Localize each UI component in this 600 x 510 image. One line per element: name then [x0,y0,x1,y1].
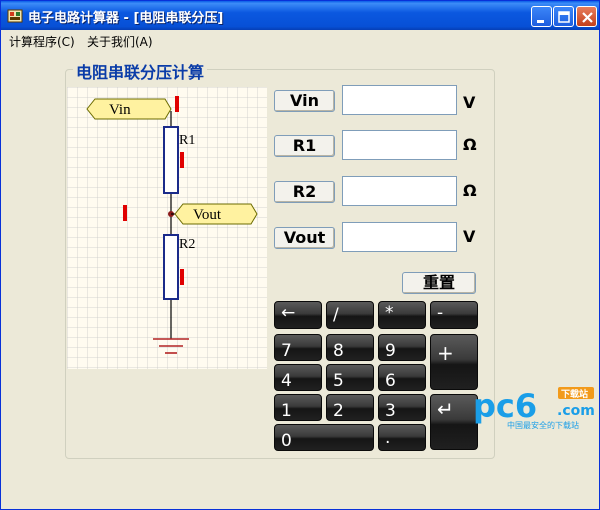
key-0[interactable]: 0 [274,424,374,451]
title-bar[interactable]: 电子电路计算器 - [电阻串联分压] [1,1,599,30]
menu-about-us[interactable]: 关于我们(A) [87,33,153,50]
vin-unit: V [463,93,476,112]
svg-text:下载站: 下载站 [561,388,588,400]
r1-button[interactable]: R1 [274,135,335,157]
panel-title: 电阻串联分压计算 [73,59,208,83]
resistor-r2 [163,234,179,300]
menu-calc-programs[interactable]: 计算程序(C) [9,33,75,50]
r1-label: R1 [179,133,195,148]
key-3[interactable]: 3 [378,394,426,421]
vin-tag-label: Vin [109,102,131,118]
vout-input[interactable] [342,222,457,252]
key-5[interactable]: 5 [326,364,374,391]
key-enter[interactable]: ↵ [430,394,478,450]
key-minus[interactable]: - [430,301,478,329]
svg-text:中国最安全的下载站: 中国最安全的下载站 [507,420,579,430]
close-icon [582,12,593,23]
svg-text:.com: .com [557,403,595,419]
maximize-icon [558,11,570,23]
r2-input[interactable] [342,176,457,206]
r1-unit: Ω [463,135,477,154]
r1-input[interactable] [342,130,457,160]
minimize-button[interactable] [531,6,552,27]
backspace-icon: ← [281,303,296,323]
key-2[interactable]: 2 [326,394,374,421]
app-window: 电子电路计算器 - [电阻串联分压] 计算程序(C) 关于我们(A) 电阻串联分… [0,0,600,510]
key-6[interactable]: 6 [378,364,426,391]
key-plus[interactable]: + [430,334,478,390]
enter-icon: ↵ [437,397,454,421]
key-divide[interactable]: / [326,301,374,329]
maximize-button[interactable] [553,6,574,27]
svg-text:pc6: pc6 [473,387,537,425]
resistor-r1 [163,126,179,194]
reset-button[interactable]: 重置 [402,272,476,294]
circuit-diagram: Vin Vout R1 R2 [67,87,267,369]
vout-unit: V [463,227,476,246]
vin-button[interactable]: Vin [274,90,335,112]
window-title: 电子电路计算器 - [电阻串联分压] [28,11,224,26]
key-9[interactable]: 9 [378,334,426,361]
key-backspace[interactable]: ← [274,301,322,329]
minimize-icon [537,20,544,23]
r2-label: R2 [179,237,195,252]
key-4[interactable]: 4 [274,364,322,391]
vout-button[interactable]: Vout [274,227,335,249]
key-dot[interactable]: . [378,424,426,451]
key-7[interactable]: 7 [274,334,322,361]
close-button[interactable] [576,6,597,27]
pc6-watermark-logo: 下载站 pc6 .com 中国最安全的下载站 [473,387,595,430]
calculator-app-icon [7,9,23,23]
vout-tag-label: Vout [193,207,222,223]
r2-unit: Ω [463,181,477,200]
key-1[interactable]: 1 [274,394,322,421]
menu-bar: 计算程序(C) 关于我们(A) [1,30,599,49]
key-multiply[interactable]: * [378,301,426,329]
r2-button[interactable]: R2 [274,181,335,203]
vin-input[interactable] [342,85,457,115]
key-8[interactable]: 8 [326,334,374,361]
